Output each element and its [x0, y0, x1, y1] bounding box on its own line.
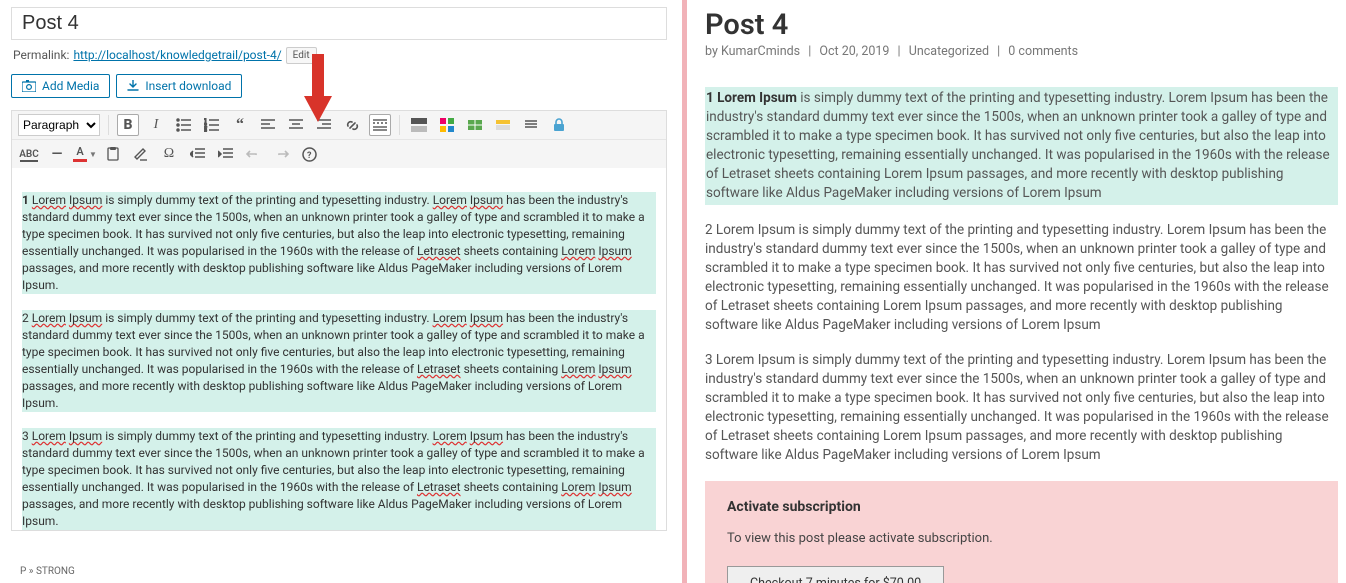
unordered-list-icon[interactable]: [173, 114, 195, 136]
insert-download-button[interactable]: Insert download: [116, 74, 242, 98]
undo-icon[interactable]: [242, 143, 264, 165]
bold-icon[interactable]: B: [117, 114, 139, 136]
table-green-icon[interactable]: [464, 114, 486, 136]
meta-category: Uncategorized: [909, 44, 989, 59]
strikethrough-icon[interactable]: ABC: [18, 143, 40, 165]
align-center-icon[interactable]: [285, 114, 307, 136]
help-icon[interactable]: ?: [298, 143, 320, 165]
camera-icon: [22, 80, 36, 92]
editor-paragraph: 1 Lorem Ipsum is simply dummy text of th…: [22, 192, 656, 294]
read-more-icon[interactable]: [369, 114, 391, 136]
paste-text-icon[interactable]: [102, 143, 124, 165]
italic-icon[interactable]: I: [145, 114, 167, 136]
activate-title: Activate subscription: [727, 499, 1316, 515]
frontend-paragraph: 1 Lorem Ipsum is simply dummy text of th…: [705, 87, 1338, 205]
add-media-label: Add Media: [42, 79, 99, 93]
permalink-row: Permalink: http://localhost/knowledgetra…: [13, 46, 680, 64]
permalink-edit-button[interactable]: Edit: [286, 47, 317, 64]
blockquote-icon[interactable]: “: [229, 114, 251, 136]
editor-content-area[interactable]: 1 Lorem Ipsum is simply dummy text of th…: [11, 168, 667, 531]
activate-subscription-box: Activate subscription To view this post …: [705, 481, 1338, 583]
outdent-icon[interactable]: [186, 143, 208, 165]
editor-paragraph: 3 Lorem Ipsum is simply dummy text of th…: [22, 428, 656, 530]
permalink-url[interactable]: http://localhost/knowledgetrail/post-4/: [73, 48, 281, 62]
ordered-list-icon[interactable]: 123: [201, 114, 223, 136]
svg-text:?: ?: [307, 151, 312, 161]
align-right-icon[interactable]: [313, 114, 335, 136]
blocks-icon[interactable]: [436, 114, 458, 136]
activate-message: To view this post please activate subscr…: [727, 531, 1316, 546]
meta-comments: 0 comments: [1008, 44, 1078, 59]
editor-toolbar: Paragraph B I 123 “: [11, 110, 667, 168]
download-link-icon[interactable]: [520, 114, 542, 136]
editor-status-path: P » STRONG: [20, 566, 75, 577]
special-character-icon[interactable]: Ω: [158, 143, 180, 165]
indent-icon[interactable]: [214, 143, 236, 165]
svg-text:3: 3: [204, 128, 207, 132]
link-icon[interactable]: [341, 114, 363, 136]
text-color-icon[interactable]: A ▼: [74, 143, 96, 165]
horizontal-rule-icon[interactable]: —: [46, 143, 68, 165]
frontend-paragraph: 2 Lorem Ipsum is simply dummy text of th…: [705, 221, 1338, 335]
redo-icon[interactable]: [270, 143, 292, 165]
meta-author: by KumarCminds: [705, 44, 800, 59]
insert-download-label: Insert download: [145, 79, 231, 93]
paragraph-format-select[interactable]: Paragraph: [18, 114, 100, 136]
checkout-button[interactable]: Checkout 7 minutes for $70.00: [727, 566, 944, 583]
add-media-button[interactable]: Add Media: [11, 74, 110, 98]
meta-date: Oct 20, 2019: [819, 44, 889, 59]
align-left-icon[interactable]: [257, 114, 279, 136]
lock-icon[interactable]: [548, 114, 570, 136]
download-icon: [127, 80, 139, 92]
frontend-post-title: Post 4: [705, 8, 1338, 42]
editor-paragraph: 2 Lorem Ipsum is simply dummy text of th…: [22, 310, 656, 412]
permalink-label: Permalink:: [13, 48, 69, 62]
post-title-input[interactable]: [11, 7, 667, 40]
frontend-paragraph: 3 Lorem Ipsum is simply dummy text of th…: [705, 351, 1338, 465]
table-yellow-icon[interactable]: [492, 114, 514, 136]
clear-formatting-icon[interactable]: [130, 143, 152, 165]
toolbar-toggle-icon[interactable]: [408, 114, 430, 136]
post-meta: by KumarCminds | Oct 20, 2019 | Uncatego…: [705, 44, 1338, 59]
